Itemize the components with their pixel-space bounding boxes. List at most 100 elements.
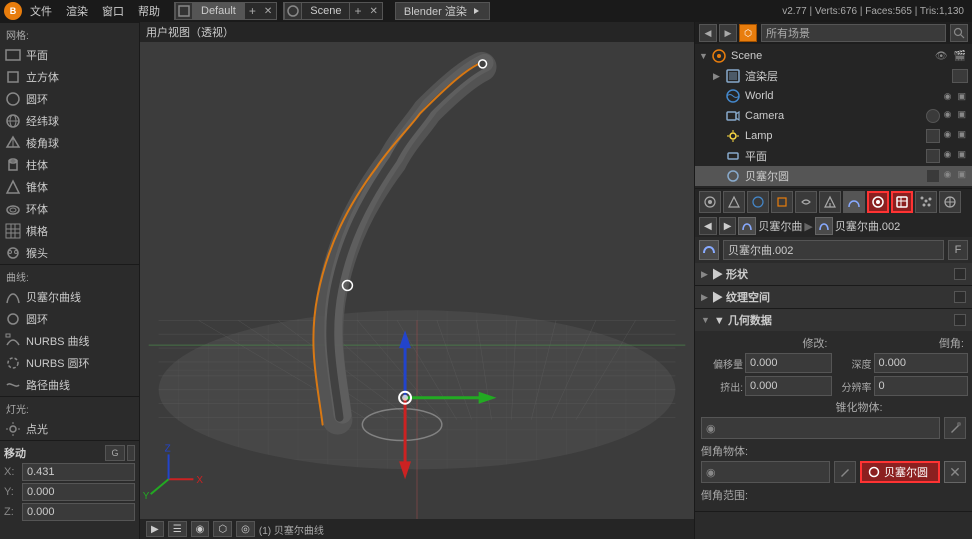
shape-section-header[interactable]: ▶ ▶ 形状 — [695, 263, 972, 285]
tree-action-render-lamp[interactable]: ▣ — [955, 129, 968, 143]
props-tab-material-highlighted[interactable] — [867, 191, 889, 213]
depth-value[interactable]: 0.000 — [874, 353, 969, 373]
extrude-value[interactable]: 0.000 — [745, 376, 832, 396]
sidebar-item-icosphere[interactable]: 棱角球 — [0, 132, 139, 154]
obj-icon-btn[interactable] — [699, 240, 719, 260]
tree-action-camera-icon[interactable] — [926, 109, 940, 123]
tree-action-render-world[interactable]: ▣ — [955, 91, 968, 102]
tab-close-default[interactable]: ✕ — [260, 6, 276, 17]
viewport-proportional-btn[interactable]: ◎ — [236, 521, 255, 537]
tree-action-lamp-icon[interactable] — [926, 129, 940, 143]
transform-expand-btn[interactable] — [127, 445, 135, 461]
tree-item-renderlayer[interactable]: ▶ 渲染层 — [695, 66, 972, 86]
props-tab-data[interactable] — [843, 191, 865, 213]
texture-right-btn[interactable] — [954, 291, 966, 303]
props-tab-render[interactable] — [699, 191, 721, 213]
props-tab-world[interactable] — [747, 191, 769, 213]
shape-right-btn[interactable] — [954, 268, 966, 280]
bevel-obj-eyedropper[interactable] — [834, 461, 856, 483]
sidebar-item-point-lamp[interactable]: 点光 — [0, 418, 139, 440]
menu-render[interactable]: 渲染 — [60, 1, 94, 21]
blender-render-btn[interactable]: Blender 渲染 — [395, 2, 490, 20]
sidebar-item-plane[interactable]: 平面 — [0, 44, 139, 66]
transform-z-value[interactable]: 0.000 — [22, 503, 135, 521]
tree-action-eye-bezier[interactable]: ◉ — [942, 169, 954, 183]
sidebar-item-uvsphere[interactable]: 经纬球 — [0, 110, 139, 132]
tab-scene[interactable]: Scene — [302, 2, 350, 20]
texture-space-header[interactable]: ▶ ▶ 纹理空间 — [695, 286, 972, 308]
tree-item-scene[interactable]: ▼ Scene 👁 🎬 — [695, 46, 972, 66]
tab-default[interactable]: Default — [193, 2, 245, 20]
props-tab-constraints[interactable] — [795, 191, 817, 213]
sidebar-item-path-curve[interactable]: 路径曲线 — [0, 374, 139, 396]
menu-help[interactable]: 帮助 — [132, 1, 166, 21]
sidebar-item-bezier-curve[interactable]: 贝塞尔曲线 — [0, 286, 139, 308]
tree-arrow-renderlayer[interactable]: ▶ — [713, 71, 725, 82]
viewport-canvas[interactable]: X Z Y — [140, 42, 694, 519]
offset-value[interactable]: 0.000 — [745, 353, 832, 373]
viewport-select-btn[interactable]: ◉ — [191, 521, 210, 537]
geo-right-btn[interactable] — [954, 314, 966, 326]
tree-arrow-scene[interactable]: ▼ — [699, 51, 711, 61]
tree-item-bezier-circle[interactable]: ▶ 贝塞尔圆 ◉ ▣ — [695, 166, 972, 186]
sidebar-item-circle[interactable]: 圆环 — [0, 88, 139, 110]
scene-filter[interactable]: 所有场景 — [761, 24, 946, 42]
tree-action-bezier-icon[interactable] — [926, 169, 940, 183]
obj-name-input[interactable] — [723, 240, 944, 260]
tab-add-default[interactable]: + — [245, 4, 260, 18]
viewport-snap-btn[interactable]: ⬡ — [213, 521, 232, 537]
tree-action-render-bezier[interactable]: ▣ — [955, 169, 968, 183]
tree-action-plane-icon[interactable] — [926, 149, 940, 163]
sidebar-item-curve-circle[interactable]: 圆环 — [0, 308, 139, 330]
taper-obj-eyedropper[interactable] — [944, 417, 966, 439]
tree-action-render-plane[interactable]: ▣ — [955, 149, 968, 163]
obj-f-btn[interactable]: F — [948, 240, 968, 260]
breadcrumb-btn-back[interactable]: ◀ — [699, 217, 717, 235]
tree-item-lamp[interactable]: ▶ Lamp ◉ ▣ — [695, 126, 972, 146]
breadcrumb-btn-forward[interactable]: ▶ — [719, 217, 737, 235]
tree-item-plane[interactable]: ▶ 平面 ◉ ▣ — [695, 146, 972, 166]
props-tab-scene[interactable] — [723, 191, 745, 213]
sidebar-item-cylinder[interactable]: 柱体 — [0, 154, 139, 176]
sidebar-item-cube[interactable]: 立方体 — [0, 66, 139, 88]
menu-window[interactable]: 窗口 — [96, 1, 130, 21]
taper-obj-field[interactable]: ◉ — [701, 417, 940, 439]
tab-add-scene[interactable]: + — [350, 4, 365, 18]
scene-tree-btn-2[interactable]: ▶ — [719, 24, 737, 42]
tab-close-scene[interactable]: ✕ — [365, 6, 381, 17]
viewport[interactable]: 用户视图（透视） — [140, 22, 694, 539]
props-tab-particles[interactable] — [915, 191, 937, 213]
transform-x-value[interactable]: 0.431 — [22, 463, 135, 481]
scene-tree-btn-1[interactable]: ◀ — [699, 24, 717, 42]
transform-y-value[interactable]: 0.000 — [22, 483, 135, 501]
tree-action-restrict-scene[interactable]: 👁 — [933, 51, 950, 62]
tree-action-eye-plane[interactable]: ◉ — [942, 149, 954, 163]
viewport-mode-btn[interactable]: ▶ — [146, 521, 164, 537]
bevel-obj-bezier-btn[interactable]: 贝塞尔圆 — [860, 461, 940, 483]
scene-search-btn[interactable] — [950, 24, 968, 42]
geo-data-header[interactable]: ▼ ▼ 几何数据 — [695, 309, 972, 331]
tree-item-world[interactable]: ▶ World ◉ ▣ — [695, 86, 972, 106]
tree-action-eye-world[interactable]: ◉ — [942, 91, 954, 102]
sidebar-item-cone[interactable]: 锥体 — [0, 176, 139, 198]
tree-action-render-scene[interactable]: 🎬 — [952, 51, 968, 62]
props-tab-texture-highlighted[interactable] — [891, 191, 913, 213]
props-tab-physics[interactable] — [939, 191, 961, 213]
sidebar-item-monkey[interactable]: 猴头 — [0, 242, 139, 264]
transform-global-btn[interactable]: G — [105, 445, 125, 461]
menu-file[interactable]: 文件 — [24, 1, 58, 21]
tree-action-eye-lamp[interactable]: ◉ — [942, 129, 954, 143]
resolution-value[interactable]: 0 — [874, 376, 969, 396]
bevel-obj-empty-field[interactable]: ◉ — [701, 461, 830, 483]
tree-action-eye-camera[interactable]: ◉ — [942, 109, 954, 123]
sidebar-item-torus[interactable]: 环体 — [0, 198, 139, 220]
bevel-obj-remove-btn[interactable]: ✕ — [944, 461, 966, 483]
scene-icon-btn[interactable]: ⬡ — [739, 24, 757, 42]
sidebar-item-grid[interactable]: 棋格 — [0, 220, 139, 242]
sidebar-item-nurbs-circle[interactable]: NURBS 圆环 — [0, 352, 139, 374]
props-tab-object[interactable] — [771, 191, 793, 213]
props-tab-modifiers[interactable] — [819, 191, 841, 213]
blender-icon[interactable]: B — [4, 2, 22, 20]
viewport-view-btn[interactable]: ☰ — [168, 521, 187, 537]
tree-action-render-camera[interactable]: ▣ — [955, 109, 968, 123]
